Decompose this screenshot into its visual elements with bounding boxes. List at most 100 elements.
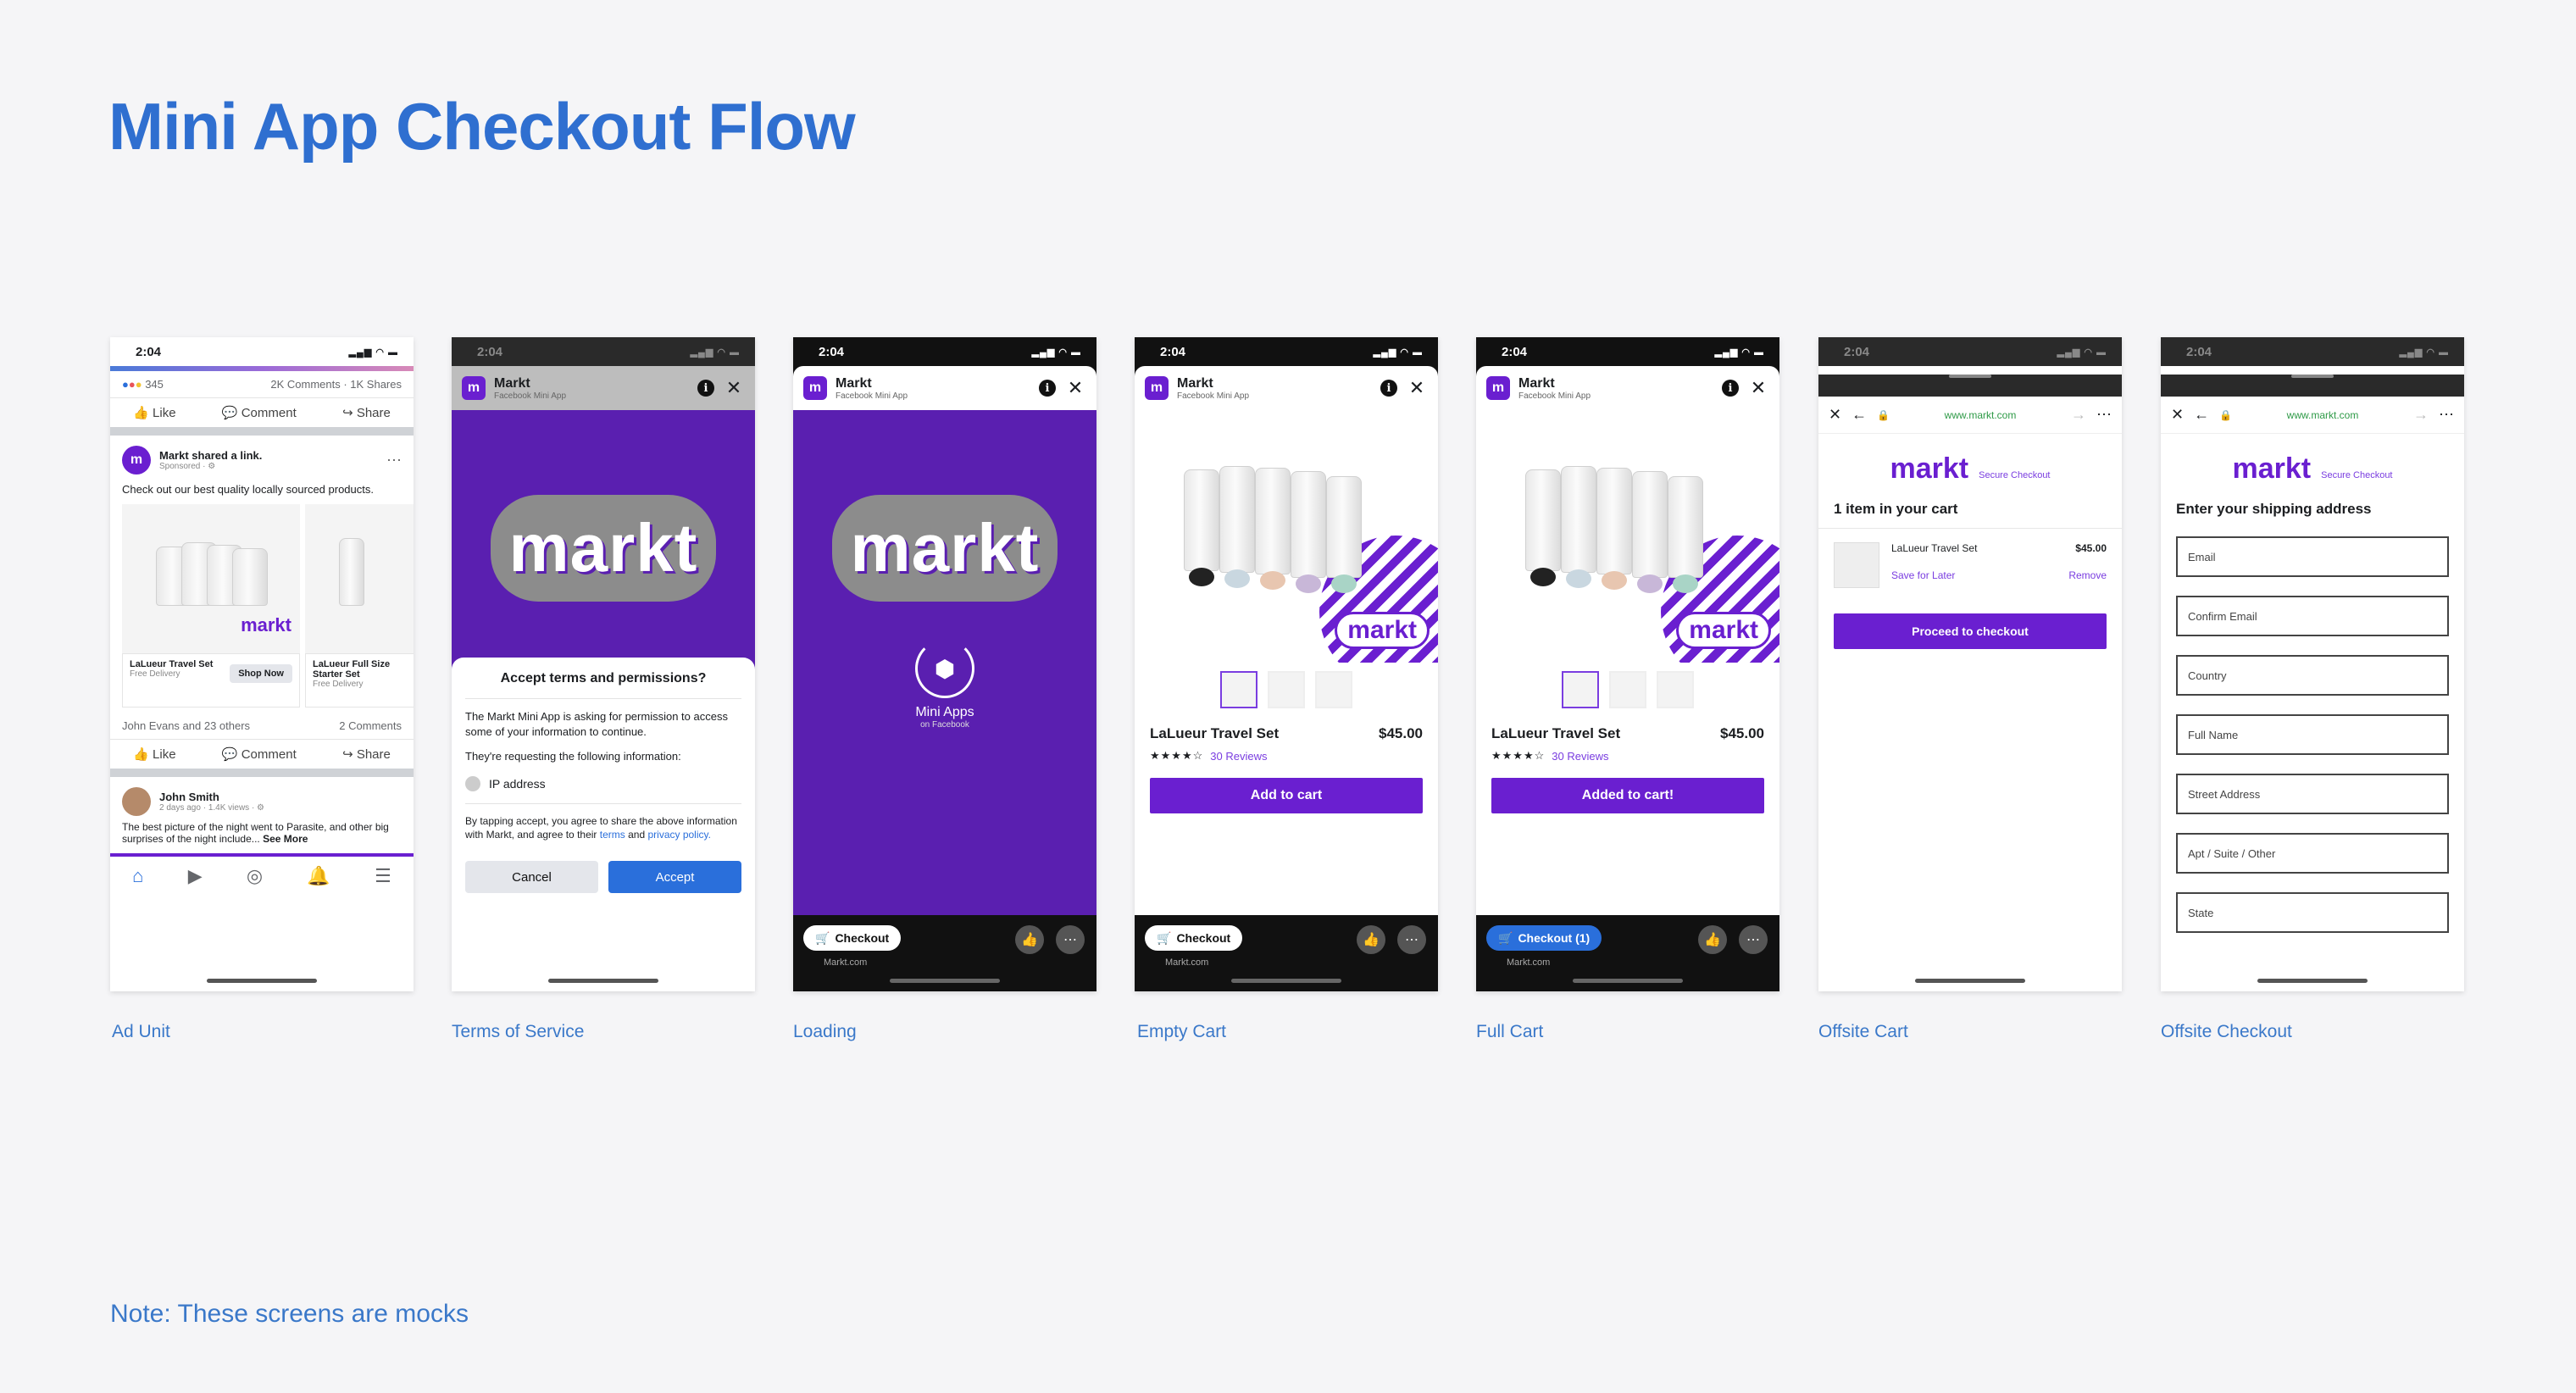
mock-note: Note: These screens are mocks — [110, 1300, 469, 1328]
more-icon[interactable]: ⋯ — [1739, 925, 1768, 954]
watch-icon[interactable]: ▶ — [188, 865, 203, 887]
save-for-later-link[interactable]: Save for Later — [1891, 569, 1955, 581]
remove-link[interactable]: Remove — [2068, 569, 2107, 581]
shop-now-button[interactable]: Shop Now — [230, 664, 292, 683]
tube-cap — [1673, 574, 1698, 593]
street-address-field[interactable]: Street Address — [2176, 774, 2449, 814]
accept-button[interactable]: Accept — [608, 861, 741, 894]
lock-icon: 🔒 — [1877, 408, 1890, 421]
more-icon[interactable]: ⋯ — [2439, 406, 2454, 424]
back-icon[interactable]: ← — [1852, 406, 1867, 424]
browser-bar: ✕ ← 🔒 www.markt.com → ⋯ — [1818, 397, 2122, 434]
status-bar: 2:04 ▂▄▆ ◠ ▬ — [1476, 337, 1779, 366]
like-button[interactable]: 👍 Like — [133, 405, 175, 420]
thumbnail[interactable] — [1220, 671, 1257, 708]
caption-offsite-cart: Offsite Cart — [1818, 1022, 1908, 1041]
star-rating: ★★★★☆ — [1150, 749, 1204, 762]
checkout-button[interactable]: 🛒 Checkout — [803, 925, 902, 951]
forward-icon[interactable]: → — [2413, 406, 2429, 424]
carousel-card[interactable]: markt LaLueur Travel Set Free Delivery S… — [122, 504, 300, 708]
more-icon[interactable]: ⋯ — [1056, 925, 1085, 954]
carousel-card[interactable]: LaLueur Full Size Starter Set Free Deliv… — [305, 504, 414, 708]
proceed-to-checkout-button[interactable]: Proceed to checkout — [1834, 613, 2107, 649]
markt-app-icon: m — [803, 376, 827, 400]
close-icon[interactable]: ✕ — [723, 377, 745, 399]
checkout-button[interactable]: 🛒 Checkout (1) — [1486, 925, 1602, 951]
added-to-cart-button[interactable]: Added to cart! — [1491, 778, 1764, 813]
country-field[interactable]: Country — [2176, 655, 2449, 696]
thumbnail[interactable] — [1268, 671, 1305, 708]
card-footer: LaLueur Full Size Starter Set Free Deliv… — [305, 653, 414, 708]
see-more-link[interactable]: See More — [263, 833, 308, 845]
product-tube — [1632, 471, 1668, 578]
info-icon[interactable]: i — [1380, 380, 1397, 397]
close-icon[interactable]: ✕ — [1747, 377, 1769, 399]
groups-icon[interactable]: ◎ — [247, 865, 263, 887]
status-bar: 2:04 ▂▄▆ ◠ ▬ — [2161, 337, 2464, 366]
state-field[interactable]: State — [2176, 892, 2449, 933]
info-icon[interactable]: i — [1039, 380, 1056, 397]
markt-logo: markt — [1676, 612, 1771, 649]
cancel-button[interactable]: Cancel — [465, 861, 598, 894]
phone-offsite-cart: 2:04 ▂▄▆ ◠ ▬ ✕ ← 🔒 www.markt.com → ⋯ mark… — [1818, 337, 2122, 991]
markt-logo: markt — [1335, 612, 1430, 649]
permissions-dialog: Accept terms and permissions? The Markt … — [452, 658, 755, 991]
thumbnail[interactable] — [1315, 671, 1352, 708]
apt-field[interactable]: Apt / Suite / Other — [2176, 833, 2449, 874]
bell-icon[interactable]: 🔔 — [307, 865, 330, 887]
add-to-cart-button[interactable]: Add to cart — [1150, 778, 1423, 813]
forward-icon[interactable]: → — [2071, 406, 2086, 424]
star-rating: ★★★★☆ — [1491, 749, 1546, 762]
email-field[interactable]: Email — [2176, 536, 2449, 577]
status-bar: 2:04 ▂▄▆ ◠ ▬ — [1135, 337, 1438, 366]
checkout-button[interactable]: 🛒 Checkout — [1145, 925, 1243, 951]
share-button[interactable]: ↪ Share — [342, 746, 391, 762]
product-image: markt — [1135, 410, 1438, 663]
more-icon[interactable]: ⋯ — [2096, 406, 2112, 424]
sheet-grabber[interactable] — [1949, 375, 1991, 378]
privacy-link[interactable]: privacy policy. — [647, 829, 710, 841]
user-avatar[interactable] — [122, 787, 151, 816]
phone-empty-cart: 2:04 ▂▄▆ ◠ ▬ m Markt Facebook Mini App i … — [1135, 337, 1438, 991]
thumbnail[interactable] — [1609, 671, 1646, 708]
thumbnail[interactable] — [1562, 671, 1599, 708]
terms-link[interactable]: terms — [600, 829, 625, 841]
reviews-link[interactable]: 30 Reviews — [1210, 750, 1267, 763]
info-icon[interactable]: i — [697, 380, 714, 397]
markt-app-icon: m — [1486, 376, 1510, 400]
rating-row: ★★★★☆ 30 Reviews — [1476, 746, 1779, 766]
confirm-email-field[interactable]: Confirm Email — [2176, 596, 2449, 636]
home-icon[interactable]: ⌂ — [132, 865, 143, 887]
thumbnail[interactable] — [1657, 671, 1694, 708]
share-button[interactable]: ↪ Share — [342, 405, 391, 420]
close-icon[interactable]: ✕ — [1406, 377, 1428, 399]
status-bar: 2:04 ▂▄▆ ◠ ▬ — [793, 337, 1096, 366]
thumbs-up-icon[interactable]: 👍 — [1698, 925, 1727, 954]
ad-carousel[interactable]: markt LaLueur Travel Set Free Delivery S… — [110, 504, 414, 708]
close-icon[interactable]: ✕ — [1064, 377, 1086, 399]
close-icon[interactable]: ✕ — [1829, 406, 1841, 424]
loading-label: Mini Apps on Facebook — [915, 705, 974, 730]
home-indicator — [207, 979, 317, 983]
sheet-grabber[interactable] — [2291, 375, 2334, 378]
menu-icon[interactable]: ☰ — [375, 865, 391, 887]
tube-cap — [1260, 571, 1285, 590]
more-icon[interactable]: ⋯ — [1397, 925, 1426, 954]
thumbs-up-icon[interactable]: 👍 — [1015, 925, 1044, 954]
like-button[interactable]: 👍 Like — [133, 746, 175, 762]
mini-app-header: m Markt Facebook Mini App i ✕ — [1476, 366, 1779, 410]
markt-avatar[interactable]: m — [122, 446, 151, 475]
phone-ad-unit: 2:04 ▂▄▆ ◠ ▬ ●●● 345 2K Comments · 1K Sha… — [110, 337, 414, 991]
full-name-field[interactable]: Full Name — [2176, 714, 2449, 755]
slide-title: Mini App Checkout Flow — [108, 89, 856, 164]
close-icon[interactable]: ✕ — [2171, 406, 2184, 424]
sheet-grabber-area — [1818, 375, 2122, 397]
thumbs-up-icon[interactable]: 👍 — [1357, 925, 1385, 954]
bottom-bar: 🛒 Checkout (1) 👍 ⋯ Markt.com — [1476, 915, 1779, 991]
comment-button[interactable]: 💬 Comment — [222, 746, 297, 762]
back-icon[interactable]: ← — [2194, 406, 2209, 424]
comment-button[interactable]: 💬 Comment — [222, 405, 297, 420]
reviews-link[interactable]: 30 Reviews — [1552, 750, 1608, 763]
more-icon[interactable]: ⋯ — [386, 452, 402, 469]
info-icon[interactable]: i — [1722, 380, 1739, 397]
